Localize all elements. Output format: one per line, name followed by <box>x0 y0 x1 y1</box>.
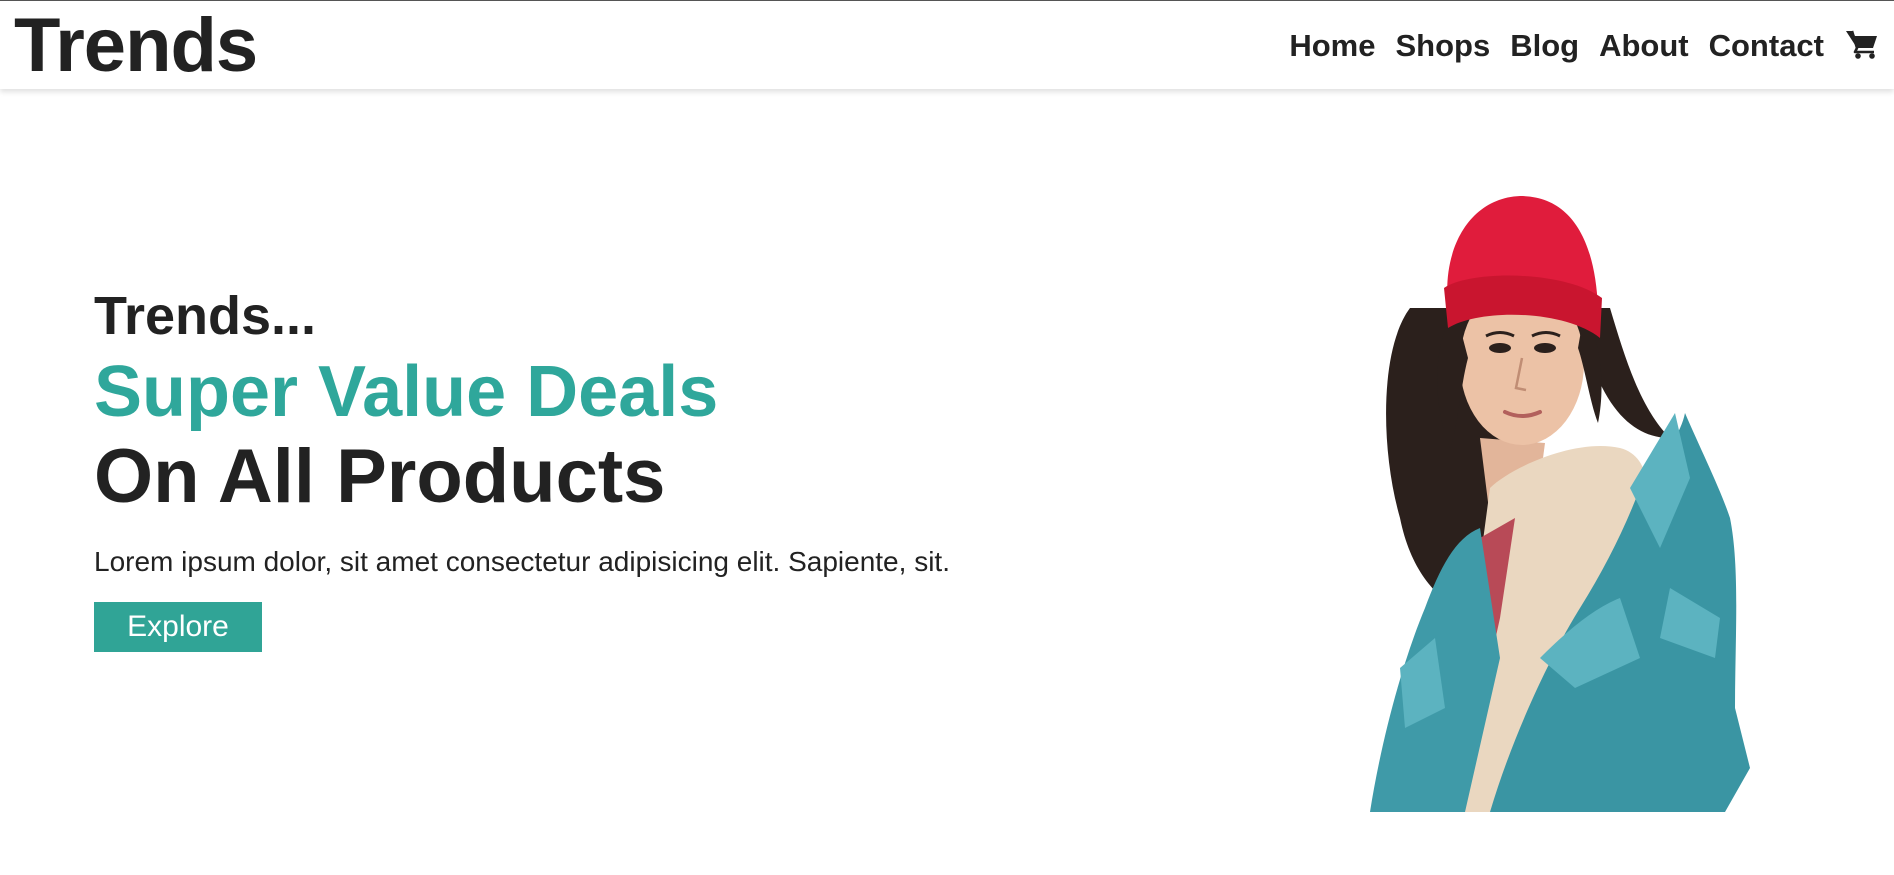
shopping-cart-icon-svg <box>1846 30 1877 59</box>
nav-home[interactable]: Home <box>1289 28 1375 64</box>
shopping-cart-icon[interactable] <box>1844 26 1880 62</box>
main-nav: Home Shops Blog About Contact <box>1289 28 1880 64</box>
hero-title: Super Value Deals <box>94 352 719 432</box>
top-navbar: Trends Home Shops Blog About Contact <box>0 0 1894 89</box>
hero-model-image <box>1370 196 1750 812</box>
hero-section: Trends... Super Value Deals On All Produ… <box>94 284 1194 652</box>
nav-contact[interactable]: Contact <box>1709 28 1824 64</box>
nav-shops[interactable]: Shops <box>1395 28 1490 64</box>
nav-about[interactable]: About <box>1599 28 1689 64</box>
hero-description: Lorem ipsum dolor, sit amet consectetur … <box>94 546 950 577</box>
brand-logo[interactable]: Trends <box>14 8 258 84</box>
nav-blog[interactable]: Blog <box>1510 28 1579 64</box>
explore-button[interactable]: Explore <box>94 602 262 652</box>
hero-subtitle: On All Products <box>94 434 666 519</box>
hero-pre-title: Trends... <box>94 286 317 346</box>
